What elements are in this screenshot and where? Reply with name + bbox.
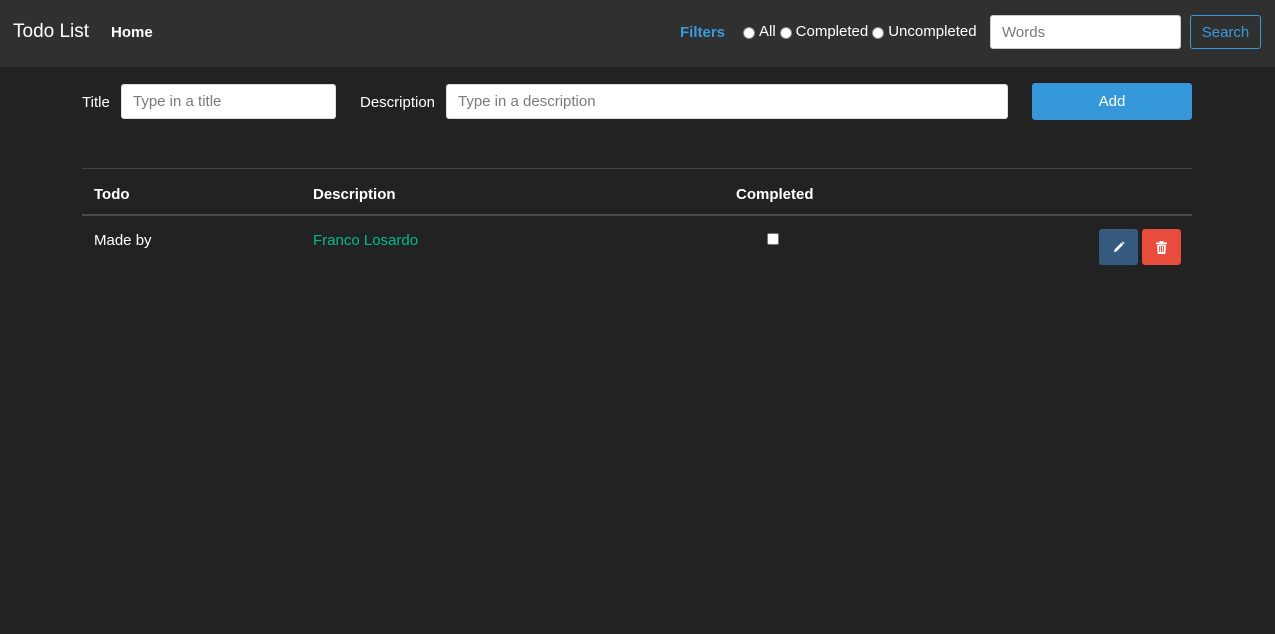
- column-header-description: Description: [313, 186, 396, 203]
- filters-link[interactable]: Filters: [680, 23, 725, 42]
- todo-table: Todo Description Completed Made by Franc…: [82, 168, 1192, 272]
- nav-home-link[interactable]: Home: [111, 23, 153, 42]
- pencil-icon: [1113, 241, 1125, 252]
- navbar: Todo List Home Filters All Completed Unc…: [0, 0, 1275, 67]
- filter-radio-all[interactable]: All: [743, 22, 776, 42]
- description-label: Description: [360, 94, 436, 111]
- filter-radio-uncompleted[interactable]: Uncompleted: [872, 22, 977, 42]
- radio-button[interactable]: [872, 26, 885, 39]
- description-input[interactable]: [446, 84, 1008, 119]
- trash-icon: [1156, 240, 1167, 254]
- completed-checkbox[interactable]: [767, 233, 779, 245]
- table-header: Todo Description Completed: [82, 169, 1192, 216]
- search-button[interactable]: Search: [1190, 15, 1261, 49]
- column-header-todo: Todo: [94, 186, 130, 203]
- radio-label: Completed: [795, 23, 869, 40]
- todo-cell: Made by: [94, 232, 152, 249]
- title-input[interactable]: [121, 84, 336, 119]
- add-button[interactable]: Add: [1032, 83, 1192, 120]
- table-row: Made by Franco Losardo: [82, 216, 1192, 272]
- filter-radio-group: All Completed Uncompleted: [743, 22, 981, 42]
- column-header-completed: Completed: [736, 186, 814, 203]
- radio-button[interactable]: [743, 26, 755, 39]
- radio-label: Uncompleted: [888, 23, 977, 40]
- title-label: Title: [82, 94, 110, 111]
- search-input[interactable]: [990, 15, 1181, 49]
- brand-title[interactable]: Todo List: [13, 20, 89, 44]
- edit-button[interactable]: [1099, 229, 1138, 265]
- radio-button[interactable]: [779, 26, 792, 39]
- description-link[interactable]: Franco Losardo: [313, 231, 418, 250]
- delete-button[interactable]: [1142, 229, 1181, 265]
- radio-label: All: [759, 23, 776, 40]
- filter-radio-completed[interactable]: Completed: [779, 22, 869, 42]
